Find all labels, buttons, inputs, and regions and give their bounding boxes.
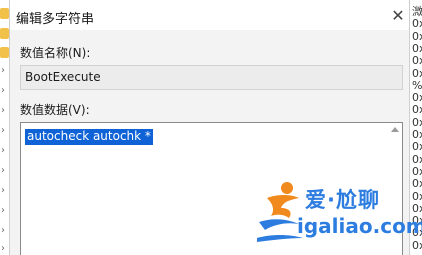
folder-icon <box>0 47 9 58</box>
chevron-right-icon: › <box>1 105 5 116</box>
watermark: 爱·尬聊 igaliao.com <box>255 178 422 248</box>
dialog-title: 编辑多字符串 <box>16 12 95 27</box>
background-value-fragment: 0x <box>412 54 422 68</box>
value-name-label: 数值名称(N): <box>20 46 91 60</box>
background-value-fragment: 0x <box>412 115 422 129</box>
chevron-right-icon: › <box>1 243 5 254</box>
background-value-fragment: 0x <box>412 17 422 31</box>
chevron-right-icon: › <box>1 65 5 76</box>
value-data-label: 数值数据(V): <box>20 103 90 117</box>
close-icon: ✕ <box>391 5 405 25</box>
background-value-fragment: 0x <box>412 103 422 117</box>
background-value-fragment: 0x <box>412 152 422 166</box>
background-value-fragment: 0x <box>412 66 422 80</box>
chevron-right-icon: › <box>1 185 5 196</box>
chevron-right-icon: › <box>1 165 5 176</box>
value-data-text[interactable]: autocheck autochk * <box>25 129 153 145</box>
chevron-right-icon: › <box>1 205 5 216</box>
chevron-right-icon: › <box>1 85 5 96</box>
folder-icon <box>0 8 9 19</box>
watermark-url: igaliao.com <box>297 214 422 238</box>
background-value-fragment: 0x <box>412 91 422 105</box>
chevron-right-icon: › <box>1 225 5 236</box>
background-value-fragment: % <box>412 78 422 92</box>
scroll-up-arrow-icon[interactable] <box>391 127 399 132</box>
background-folder-tree: › › › › › › › › › › <box>0 0 9 255</box>
background-value-fragment: 0x <box>412 164 422 178</box>
background-value-fragment: 0x <box>412 128 422 141</box>
background-value-fragment: 0x <box>412 41 422 55</box>
value-name-field: BootExecute <box>20 65 403 90</box>
chevron-right-icon: › <box>1 125 5 136</box>
dialog-titlebar: 编辑多字符串 ✕ <box>10 0 409 30</box>
close-button[interactable]: ✕ <box>387 0 409 30</box>
background-value-fragment: 0x <box>412 29 422 43</box>
background-value-fragment: 0x <box>412 140 422 154</box>
folder-icon <box>0 28 9 39</box>
background-value-fragment: 溦 <box>412 5 422 18</box>
chevron-right-icon: › <box>1 145 5 156</box>
watermark-title: 爱·尬聊 <box>305 188 380 212</box>
